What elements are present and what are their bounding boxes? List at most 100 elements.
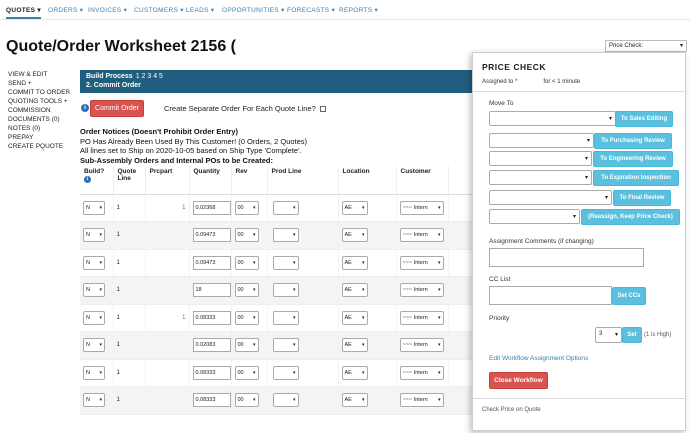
nav-reports[interactable]: Reports ▾ [339,6,378,14]
build-select[interactable]: N ▾ [83,393,105,408]
move-to-select-final[interactable]: ▾ [489,190,612,205]
separate-order-checkbox[interactable] [319,106,326,113]
prcpart-cell[interactable] [145,249,190,277]
to-engineering-review-button[interactable]: To Engineering Review [593,151,673,167]
quantity-input[interactable]: 0.09473 [192,255,231,270]
rev-select[interactable]: 00 ▾ [234,338,259,353]
cc-list-input[interactable] [489,286,612,305]
customer-select[interactable]: ~~~ Intern ▾ [399,228,444,243]
prcpart-cell[interactable] [145,359,190,387]
col-location: Location [338,166,397,195]
customer-select[interactable]: ~~~ Intern ▾ [399,393,444,408]
customer-select[interactable]: ~~~ Intern ▾ [399,200,444,215]
leftnav-commission[interactable]: Commission [8,106,74,115]
close-workflow-button[interactable]: Close Workflow [489,372,548,389]
to-sales-editing-button[interactable]: To Sales Editing [615,111,673,127]
leftnav-quoting-tools[interactable]: Quoting Tools + [8,97,74,106]
prod-line-select[interactable]: ▾ [272,255,299,270]
build-select[interactable]: N ▾ [83,255,105,270]
to-purchasing-review-button[interactable]: To Purchasing Review [594,133,672,149]
leftnav-commit-to-order[interactable]: Commit to Order [8,88,74,97]
prod-line-select[interactable]: ▾ [272,365,299,380]
nav-invoices[interactable]: Invoices ▾ [88,6,127,14]
nav-forecasts[interactable]: Forecasts ▾ [287,6,335,14]
quantity-input[interactable]: 0.09473 [192,228,231,243]
location-select[interactable]: AE ▾ [341,200,368,215]
build-select[interactable]: N ▾ [83,228,105,243]
prcpart-cell[interactable]: 1 [145,194,190,222]
set-priority-button[interactable]: Set [622,327,642,343]
quantity-input[interactable]: 0.08333 [192,365,231,380]
build-select[interactable]: N ▾ [83,283,105,298]
leftnav-documents[interactable]: Documents (0) [8,115,74,124]
location-select[interactable]: AE ▾ [341,338,368,353]
quantity-input[interactable]: 0.02368 [192,200,231,215]
info-icon[interactable]: i [84,176,91,183]
overflow-cell [448,249,473,277]
location-select[interactable]: AE ▾ [341,283,368,298]
rev-select[interactable]: 00 ▾ [234,393,259,408]
leftnav-send[interactable]: Send + [8,79,74,88]
leftnav-create-pquote[interactable]: Create PQuote [8,142,74,151]
build-select[interactable]: N ▾ [83,338,105,353]
edit-workflow-options-link[interactable]: Edit Workflow Assignment Options [489,355,588,362]
rev-select[interactable]: 00 ▾ [234,365,259,380]
location-select[interactable]: AE ▾ [341,365,368,380]
rev-select[interactable]: 00 ▾ [234,310,259,325]
to-expiration-inspection-button[interactable]: To Expiration Inspection [593,170,679,186]
move-to-select-reassign[interactable]: ▾ [489,209,580,224]
commit-order-button[interactable]: Commit Order [90,100,144,117]
customer-select[interactable]: ~~~ Intern ▾ [399,283,444,298]
nav-quotes[interactable]: Quotes ▾ [6,6,41,19]
move-to-select-expiration[interactable]: ▾ [489,170,592,185]
prcpart-cell[interactable] [145,221,190,250]
quantity-input[interactable]: 0.08333 [192,310,231,325]
move-to-select-purchasing[interactable]: ▾ [489,133,594,148]
reassign-keep-price-check-button[interactable]: (Reassign, Keep Price Check) [581,209,680,225]
info-icon[interactable]: i [81,104,89,112]
rev-select[interactable]: 00 ▾ [234,255,259,270]
nav-customers[interactable]: Customers ▾ [134,6,184,14]
rev-select[interactable]: 00 ▾ [234,228,259,243]
prcpart-cell[interactable]: 1 [145,304,190,332]
location-select[interactable]: AE ▾ [341,393,368,408]
prcpart-cell[interactable] [145,276,190,305]
prod-line-select[interactable]: ▾ [272,338,299,353]
leftnav-notes[interactable]: Notes (0) [8,124,74,133]
quantity-input[interactable]: 18 [192,283,231,298]
price-check-select[interactable]: Price Check: ▾ [605,40,687,52]
assignment-comments-input[interactable] [489,248,644,267]
build-select[interactable]: N ▾ [83,365,105,380]
set-ccs-button[interactable]: Set CCs [612,287,646,305]
prcpart-cell[interactable] [145,331,190,360]
leftnav-prepay[interactable]: Prepay [8,133,74,142]
rev-select[interactable]: 00 ▾ [234,200,259,215]
nav-leads[interactable]: Leads ▾ [186,6,214,14]
location-select[interactable]: AE ▾ [341,228,368,243]
location-select[interactable]: AE ▾ [341,310,368,325]
prcpart-cell[interactable] [145,386,190,415]
quantity-input[interactable]: 0.02083 [192,338,231,353]
customer-select[interactable]: ~~~ Intern ▾ [399,255,444,270]
nav-orders[interactable]: Orders ▾ [48,6,83,14]
priority-select[interactable]: 3 ▾ [595,327,622,343]
prod-line-select[interactable]: ▾ [272,393,299,408]
quantity-input[interactable]: 0.08333 [192,393,231,408]
location-select[interactable]: AE ▾ [341,255,368,270]
build-select[interactable]: N ▾ [83,310,105,325]
nav-opportunities[interactable]: Opportunities ▾ [222,6,285,14]
build-select[interactable]: N ▾ [83,200,105,215]
prod-line-select[interactable]: ▾ [272,200,299,215]
build-process-steps[interactable]: 1 2 3 4 5 [136,73,163,80]
customer-select[interactable]: ~~~ Intern ▾ [399,365,444,380]
prod-line-select[interactable]: ▾ [272,310,299,325]
to-final-review-button[interactable]: To Final Review [613,190,671,206]
prod-line-select[interactable]: ▾ [272,283,299,298]
rev-select[interactable]: 00 ▾ [234,283,259,298]
leftnav-view-edit[interactable]: View & Edit [8,70,74,79]
customer-select[interactable]: ~~~ Intern ▾ [399,338,444,353]
move-to-select-sales[interactable]: ▾ [489,111,616,126]
move-to-select-engineering[interactable]: ▾ [489,151,592,166]
customer-select[interactable]: ~~~ Intern ▾ [399,310,444,325]
prod-line-select[interactable]: ▾ [272,228,299,243]
